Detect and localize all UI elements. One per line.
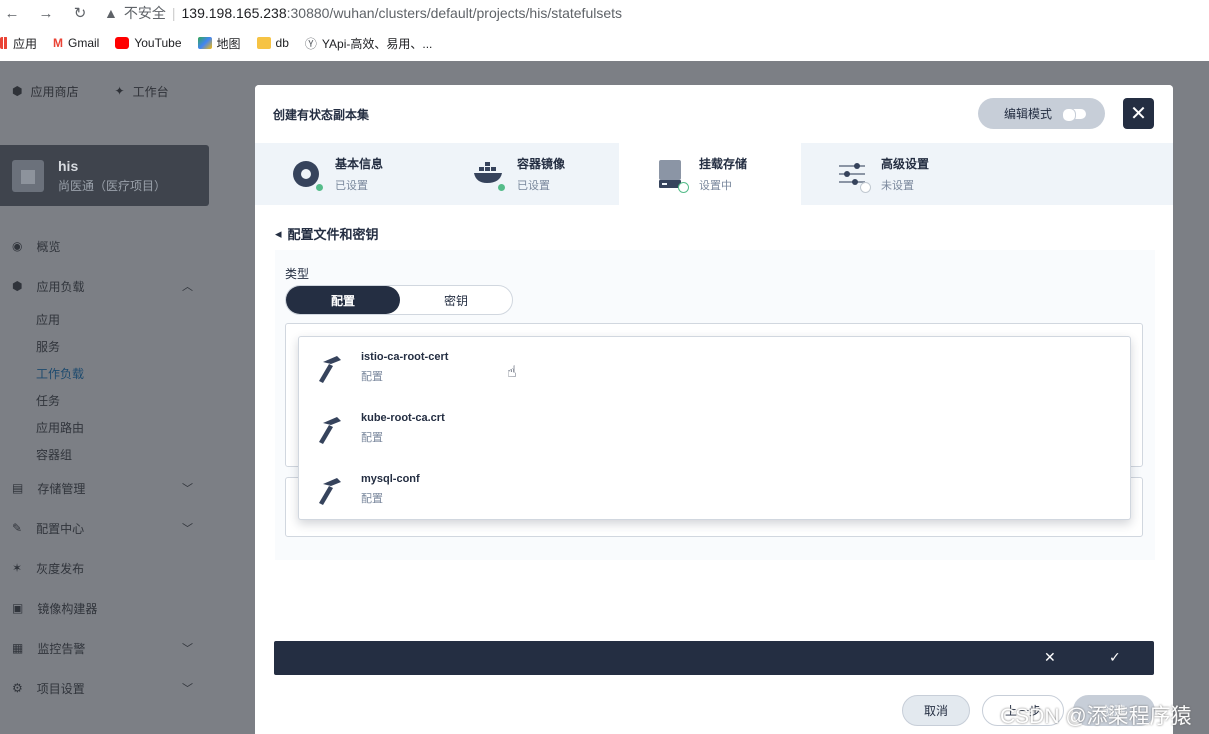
url-field[interactable]: ▲ 不安全 | 139.198.165.238:30880/wuhan/clus…	[104, 3, 622, 23]
url-path: :30880/wuhan/clusters/default/projects/h…	[286, 5, 623, 21]
sidebar-subitem-pods[interactable]: 容器组	[0, 441, 209, 468]
store-icon: ⬢	[12, 84, 23, 98]
sidebar-subitem-workloads[interactable]: 工作负载	[0, 360, 209, 387]
watermark: CSDN @添柒程序猿	[1000, 705, 1192, 728]
chevron-down-icon: ﹀	[182, 483, 193, 495]
folder-icon	[256, 37, 271, 49]
status-done-dot	[314, 182, 325, 193]
type-option-config[interactable]: 配置	[286, 286, 400, 314]
project-card[interactable]: his 尚医通（医疗项目）	[0, 145, 209, 206]
docker-icon	[473, 159, 507, 193]
yapi-icon: Ⓨ	[304, 36, 317, 51]
warning-icon: ▲	[104, 5, 118, 21]
reload-icon[interactable]: ↻	[70, 4, 90, 22]
chevron-down-icon: ﹀	[182, 523, 193, 535]
hand-cursor-icon: ☝	[507, 364, 517, 381]
section-header[interactable]: ◂ 配置文件和密钥	[275, 224, 379, 243]
url-host: 139.198.165.238	[181, 5, 287, 21]
sidebar-item-config[interactable]: ✎ 配置中心 ﹀	[0, 508, 209, 548]
address-bar: ← → ↻ ▲ 不安全 | 139.198.165.238:30880/wuha…	[0, 0, 1209, 26]
sidebar: ◉ 概览 ⬢ 应用负载 ︿ 应用 服务 工作负载 任务 应用路由 容器组 ▤ 存储管理 ﹀…	[0, 226, 209, 708]
bookmark-db[interactable]: db	[256, 36, 289, 50]
bookmark-maps[interactable]: 地图	[197, 35, 241, 52]
dropdown-option[interactable]: kube-root-ca.crt 配置	[299, 398, 1130, 459]
bookmark-apps[interactable]: 应用	[0, 35, 37, 52]
sidebar-item-project-settings[interactable]: ⚙ 项目设置 ﹀	[0, 668, 209, 708]
chevron-up-icon: ︿	[182, 281, 193, 293]
back-icon[interactable]: ←	[2, 5, 22, 22]
monitoring-icon: ▦	[12, 641, 24, 655]
step-basic-info[interactable]: 基本信息 已设置	[255, 143, 437, 205]
chevron-down-icon: ﹀	[182, 643, 193, 655]
disc-icon	[291, 159, 325, 193]
sidebar-subitem-apps[interactable]: 应用	[0, 306, 209, 333]
nav-app-store[interactable]: ⬢ 应用商店	[12, 83, 79, 100]
sidebar-item-monitoring[interactable]: ▦ 监控告警 ﹀	[0, 628, 209, 668]
dropdown-option[interactable]: mysql-conf 配置	[299, 459, 1130, 520]
step-mount-storage[interactable]: 挂载存储 设置中	[619, 143, 801, 205]
check-icon[interactable]: ✓	[1109, 649, 1121, 666]
sidebar-item-gray-release[interactable]: ✶ 灰度发布	[0, 548, 209, 588]
project-icon	[12, 159, 44, 192]
gmail-icon: M	[53, 36, 64, 50]
type-switch: 配置 密钥	[285, 285, 513, 315]
type-label: 类型	[285, 267, 310, 281]
edit-mode-toggle[interactable]: 编辑模式	[978, 98, 1105, 129]
sidebar-item-storage[interactable]: ▤ 存储管理 ﹀	[0, 468, 209, 508]
settings-icon: ⚙	[12, 681, 23, 695]
workloads-icon: ⬢	[12, 279, 23, 293]
hammer-icon	[319, 477, 341, 505]
image-builder-icon: ▣	[12, 601, 24, 615]
sliders-icon	[837, 159, 871, 193]
insecure-label: 不安全	[123, 5, 166, 21]
gray-release-icon: ✶	[12, 561, 23, 575]
bookmarks-bar: 应用 M Gmail YouTube 地图 db Ⓨ YApi-高效、易用、...	[0, 30, 1209, 56]
top-nav: ⬢ 应用商店 ✦ 工作台	[0, 61, 250, 121]
close-icon[interactable]: ✕	[1123, 98, 1154, 129]
step-container-image[interactable]: 容器镜像 已设置	[437, 143, 619, 205]
status-progress-dot	[678, 182, 689, 193]
config-icon: ✎	[12, 521, 23, 535]
status-done-dot	[496, 182, 507, 193]
sidebar-item-workloads[interactable]: ⬢ 应用负载 ︿	[0, 266, 209, 306]
create-statefulset-modal: 创建有状态副本集 编辑模式 ✕ 基本信息 已设置 容器镜像 已设置 挂载存储 设置中	[255, 85, 1173, 734]
config-dropdown: istio-ca-root-cert 配置 ☝ kube-root-ca.crt 配…	[298, 336, 1131, 520]
project-name: his	[58, 157, 79, 174]
project-desc: 尚医通（医疗项目）	[58, 178, 167, 193]
disk-icon	[655, 159, 689, 193]
edit-mode-label: 编辑模式	[1004, 107, 1053, 121]
bookmark-yapi[interactable]: Ⓨ YApi-高效、易用、...	[305, 35, 432, 52]
type-option-secret[interactable]: 密钥	[400, 292, 512, 309]
dropdown-option[interactable]: istio-ca-root-cert 配置 ☝	[299, 337, 1130, 398]
sidebar-subitem-services[interactable]: 服务	[0, 333, 209, 360]
back-arrow-icon[interactable]: ◂	[275, 226, 282, 242]
forward-icon[interactable]: →	[36, 5, 56, 22]
hammer-icon	[319, 355, 341, 383]
section-title: 配置文件和密钥	[287, 227, 379, 242]
sidebar-item-overview[interactable]: ◉ 概览	[0, 226, 209, 266]
wizard-steps: 基本信息 已设置 容器镜像 已设置 挂载存储 设置中 高级设置 未设置	[255, 143, 1173, 205]
storage-icon: ▤	[12, 481, 24, 495]
apps-grid-icon	[0, 37, 8, 49]
sidebar-item-image-builder[interactable]: ▣ 镜像构建器	[0, 588, 209, 628]
cancel-button[interactable]: 取消	[902, 695, 970, 726]
youtube-icon	[115, 37, 130, 49]
toggle-switch[interactable]	[1062, 107, 1087, 122]
volume-action-bar: ✕ ✓	[274, 641, 1154, 675]
nav-workbench[interactable]: ✦ 工作台	[115, 83, 169, 100]
workbench-icon: ✦	[114, 84, 125, 98]
bookmark-youtube[interactable]: YouTube	[115, 36, 182, 50]
status-todo-dot	[860, 182, 871, 193]
step-advanced[interactable]: 高级设置 未设置	[801, 143, 983, 205]
maps-icon	[197, 37, 212, 49]
bookmark-gmail[interactable]: M Gmail	[53, 36, 99, 50]
hammer-icon	[319, 416, 341, 444]
sidebar-subitem-jobs[interactable]: 任务	[0, 387, 209, 414]
chevron-down-icon: ﹀	[182, 683, 193, 695]
overview-icon: ◉	[12, 239, 23, 253]
close-icon[interactable]: ✕	[1044, 649, 1056, 666]
sidebar-subitem-routes[interactable]: 应用路由	[0, 414, 209, 441]
